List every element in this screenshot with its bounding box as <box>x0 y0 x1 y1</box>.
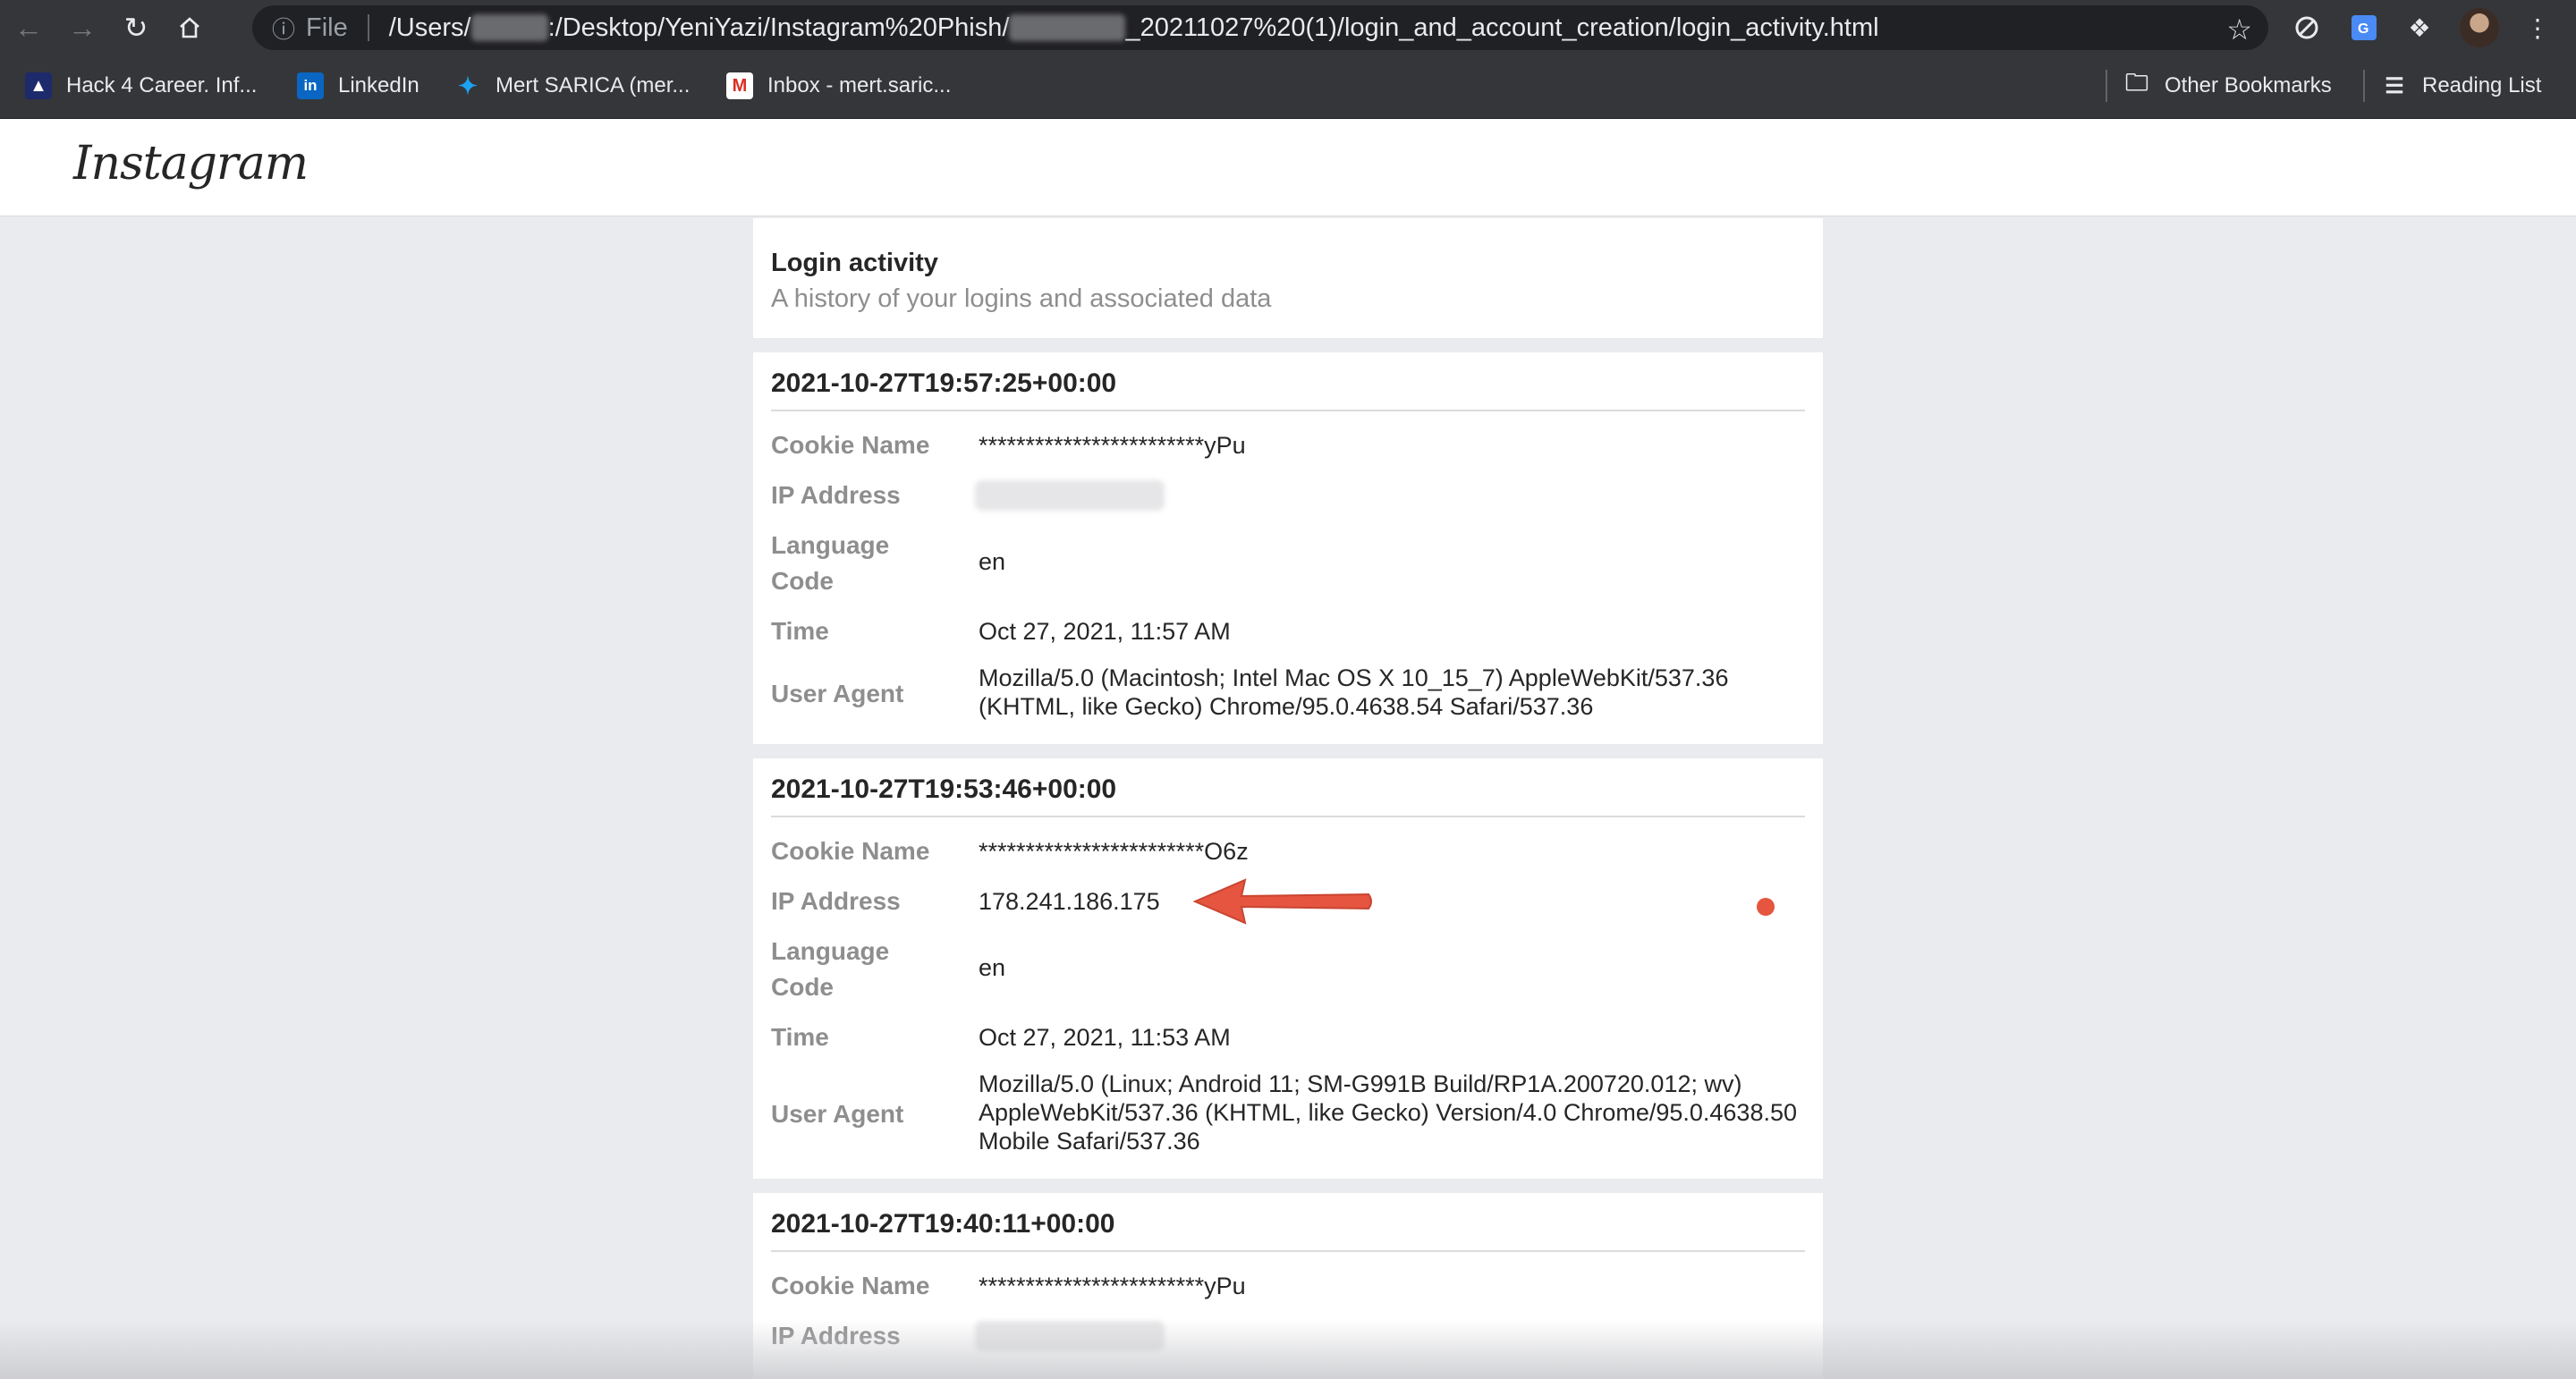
translate-extension-icon[interactable]: G <box>2347 11 2381 45</box>
bookmark-label: Inbox - mert.saric... <box>767 73 952 97</box>
language-label: Language <box>771 937 890 965</box>
user-agent-line: Mozilla/5.0 (Linux; Android 11; SM-G991B… <box>979 1070 1742 1097</box>
redacted-folder <box>1009 14 1126 41</box>
bookmark-gmail[interactable]: M Inbox - mert.saric... <box>726 68 951 104</box>
reload-icon[interactable]: ↻ <box>111 3 161 53</box>
time-row: Time Oct 27, 2021, 11:57 AM <box>771 613 1805 649</box>
annotation-dot <box>1757 898 1775 916</box>
cookie-value: ************************yPu <box>979 432 1246 459</box>
language-value: en <box>979 954 1006 981</box>
user-agent-line: Mobile Safari/537.36 <box>979 1128 1200 1155</box>
bookmark-divider <box>2363 70 2365 102</box>
browser-menu-icon[interactable]: ⋮ <box>2521 11 2555 45</box>
annotation-arrow-icon <box>1192 878 1372 925</box>
url-scheme: File <box>306 13 348 42</box>
time-value: Oct 27, 2021, 11:57 AM <box>979 618 1231 645</box>
login-timestamp: 2021-10-27T19:57:25+00:00 <box>771 368 1117 398</box>
login-timestamp: 2021-10-27T19:53:46+00:00 <box>771 774 1117 804</box>
cookie-row: Cookie Name ************************yPu <box>771 427 1805 463</box>
code-label: Code <box>771 567 834 595</box>
login-entry-card: 2021-10-27T19:57:25+00:00 Cookie Name **… <box>753 352 1823 744</box>
twitter-icon: ✦ <box>458 72 478 99</box>
ip-row: IP Address <box>771 478 1805 513</box>
url-text-part2: :/Desktop/YeniYazi/Instagram%20Phish/ <box>547 13 1010 42</box>
svg-text:G: G <box>2358 21 2368 37</box>
ip-value: 178.241.186.175 <box>979 888 1160 915</box>
hack4career-icon: ▲ <box>25 72 52 99</box>
profile-avatar[interactable] <box>2460 8 2499 47</box>
user-agent-label: User Agent <box>771 680 904 707</box>
back-arrow-icon[interactable]: ← <box>4 3 54 53</box>
divider <box>771 816 1805 817</box>
blocker-extension-icon[interactable] <box>2290 11 2324 45</box>
cookie-value: ************************O6z <box>979 838 1249 865</box>
site-info-icon[interactable]: ⓘ <box>272 12 295 45</box>
bookmark-twitter[interactable]: ✦ Mert SARICA (mer... <box>454 68 690 104</box>
linkedin-icon: in <box>297 72 324 99</box>
url-separator <box>367 14 369 41</box>
time-label: Time <box>771 1023 829 1051</box>
redacted-username <box>470 14 548 41</box>
user-agent-row: User Agent Mozilla/5.0 (Macintosh; Intel… <box>771 664 1805 726</box>
page-subtitle: A history of your logins and associated … <box>771 284 1272 313</box>
language-label: Language <box>771 531 890 559</box>
url-text-part1: /Users/ <box>388 13 471 42</box>
bookmark-hack4career[interactable]: ▲ Hack 4 Career. Inf... <box>25 68 257 104</box>
bookmark-label: LinkedIn <box>338 73 419 97</box>
bookmark-divider <box>2106 70 2107 102</box>
login-activity-header-card: Login activity A history of your logins … <box>753 218 1823 338</box>
folder-icon: 🗀 <box>2124 69 2148 96</box>
page-title: Login activity <box>771 249 938 277</box>
time-label: Time <box>771 617 829 645</box>
code-label: Code <box>771 973 834 1001</box>
ip-label: IP Address <box>771 481 901 509</box>
bookmark-label: Mert SARICA (mer... <box>496 73 691 97</box>
other-bookmarks[interactable]: 🗀 Other Bookmarks <box>2123 68 2332 104</box>
language-row: Language Code en <box>771 934 1805 1005</box>
user-agent-line: Mozilla/5.0 (Macintosh; Intel Mac OS X 1… <box>979 664 1729 691</box>
bookmark-linkedin[interactable]: in LinkedIn <box>297 68 419 104</box>
time-row: Time Oct 27, 2021, 11:53 AM <box>771 1019 1805 1055</box>
bookmark-star-icon[interactable]: ☆ <box>2226 13 2252 47</box>
user-agent-row: User Agent Mozilla/5.0 (Linux; Android 1… <box>771 1070 1805 1159</box>
cookie-label: Cookie Name <box>771 1272 930 1299</box>
gmail-icon: M <box>726 72 753 99</box>
browser-toolbar: ← → ↻ ⓘ File /Users/ :/Desktop/YeniYazi/… <box>0 0 2576 55</box>
bookmarks-bar: ▲ Hack 4 Career. Inf... in LinkedIn ✦ Me… <box>0 55 2576 119</box>
url-text-part3: _20211027%20(1)/login_and_account_creati… <box>1125 13 1879 42</box>
forward-arrow-icon[interactable]: → <box>57 3 107 53</box>
home-icon[interactable] <box>165 3 215 53</box>
language-value: en <box>979 548 1006 575</box>
bottom-fade <box>0 1320 2576 1379</box>
extensions-puzzle-icon[interactable]: ❖ <box>2402 11 2436 45</box>
instagram-header: Instagram <box>0 119 2576 216</box>
reading-list-icon: ☰ <box>2385 73 2404 98</box>
login-entry-card: 2021-10-27T19:53:46+00:00 Cookie Name **… <box>753 758 1823 1179</box>
login-timestamp: 2021-10-27T19:40:11+00:00 <box>771 1209 1115 1239</box>
cookie-row: Cookie Name ************************yPu <box>771 1268 1805 1304</box>
address-bar[interactable]: ⓘ File /Users/ :/Desktop/YeniYazi/Instag… <box>252 5 2268 50</box>
divider <box>771 410 1805 411</box>
cookie-label: Cookie Name <box>771 837 930 865</box>
cookie-label: Cookie Name <box>771 431 930 459</box>
cookie-row: Cookie Name ************************O6z <box>771 833 1805 869</box>
reading-list[interactable]: ☰ Reading List <box>2381 68 2541 104</box>
instagram-logo[interactable]: Instagram <box>73 137 309 190</box>
ip-label: IP Address <box>771 887 901 915</box>
other-bookmarks-label: Other Bookmarks <box>2165 73 2332 97</box>
user-agent-label: User Agent <box>771 1100 904 1128</box>
redacted-ip <box>975 480 1165 511</box>
bookmark-label: Hack 4 Career. Inf... <box>66 73 258 97</box>
user-agent-line: (KHTML, like Gecko) Chrome/95.0.4638.54 … <box>979 693 1594 720</box>
reading-list-label: Reading List <box>2422 73 2542 97</box>
time-value: Oct 27, 2021, 11:53 AM <box>979 1024 1231 1051</box>
divider <box>771 1250 1805 1252</box>
user-agent-line: AppleWebKit/537.36 (KHTML, like Gecko) V… <box>979 1099 1797 1126</box>
cookie-value: ************************yPu <box>979 1273 1246 1299</box>
language-row: Language Code en <box>771 528 1805 599</box>
